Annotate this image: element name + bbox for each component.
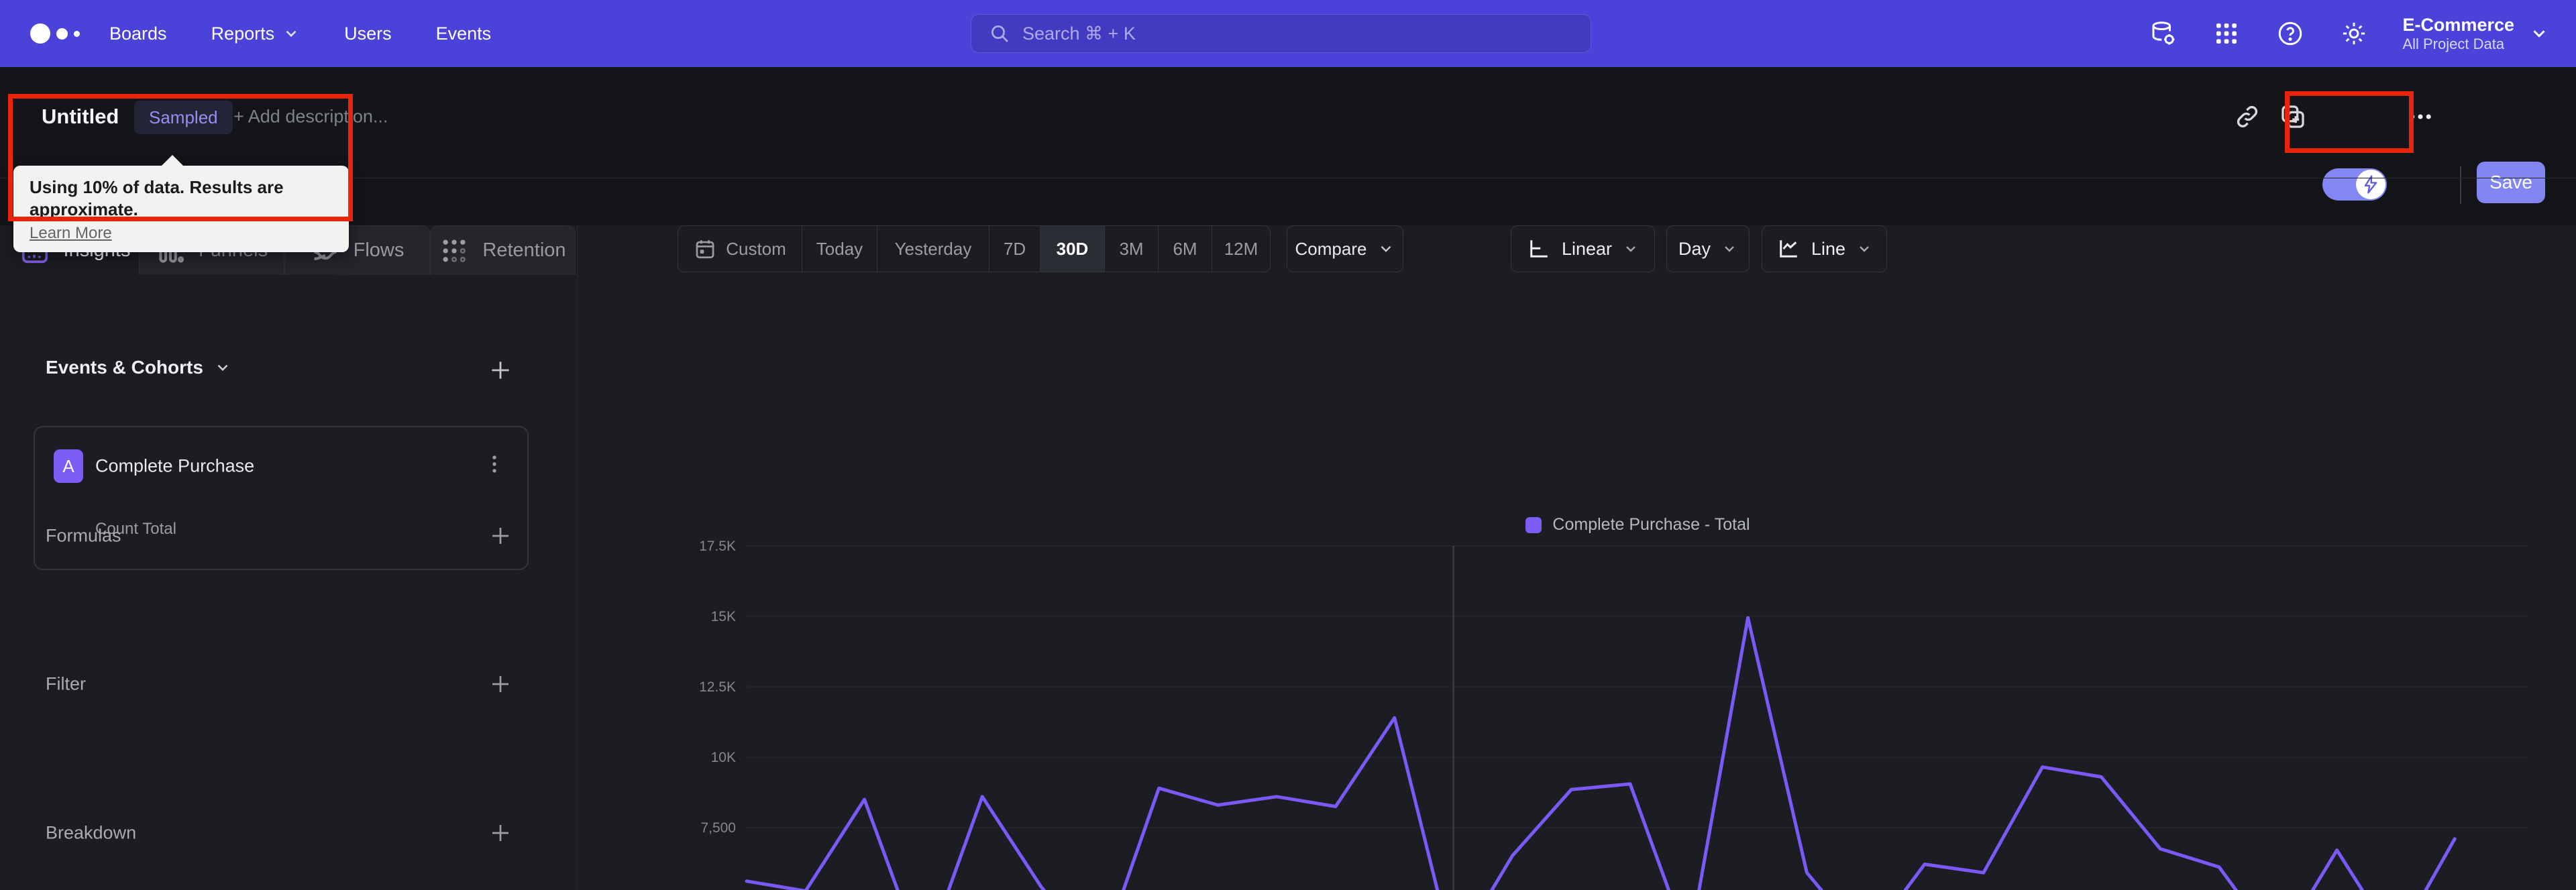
date-range-group: Custom Today Yesterday 7D 30D 3M 6M 12M [678,225,1271,272]
dropdown-linear[interactable]: Linear [1511,225,1655,272]
y-axis-label: 17.5K [699,539,736,554]
calendar-icon [696,240,714,259]
add-to-board-icon[interactable] [2274,103,2312,130]
data-management-icon[interactable] [2131,0,2194,67]
help-icon[interactable] [2258,0,2322,67]
add-event-button[interactable] [487,357,514,384]
report-header: Untitled Sampled + Add description... Sa… [0,67,2576,204]
content-panel: InsightsFunnelsFlowsRetention Events & C… [0,225,2576,890]
event-menu-icon[interactable] [483,453,506,479]
save-button[interactable]: Save [2477,162,2545,203]
learn-more-link[interactable]: Learn More [30,224,333,243]
section-formulas: Formulas [0,516,577,556]
chart-legend[interactable]: Complete Purchase - Total [747,515,2529,535]
line-chart[interactable]: 02,5005,0007,50010K12.5K15K17.5KMar 2Mar… [577,500,2576,890]
project-name: E-Commerce [2402,14,2514,35]
header-divider [2460,166,2461,204]
search-placeholder: Search ⌘ + K [1022,23,1136,44]
report-title[interactable]: Untitled [42,105,119,129]
compare-button[interactable]: Compare [1287,225,1403,272]
chevron-down-icon [1381,245,1391,252]
range-6m[interactable]: 6M [1159,226,1212,272]
range-custom[interactable]: Custom [678,226,802,272]
y-axis-label: 12.5K [699,679,736,695]
nav-link-users[interactable]: Users [344,23,392,44]
mixpanel-logo-icon[interactable] [30,23,91,44]
nav-link-boards[interactable]: Boards [109,23,167,44]
sampling-toggle[interactable] [2322,168,2387,201]
add-formulas-button[interactable] [487,522,514,549]
tooltip-text: Using 10% of data. Results are approxima… [30,177,284,219]
line-chart-icon [1780,240,1797,258]
chevron-down-icon [1860,246,1869,252]
sampling-tooltip: Using 10% of data. Results are approxima… [13,155,349,252]
event-name: Complete Purchase [95,455,255,476]
nav-links: Boards Reports Users Events [109,23,491,44]
nav-link-events[interactable]: Events [436,23,492,44]
legend-swatch [1525,516,1542,533]
chevron-down-icon [1626,246,1635,252]
mixpanel-insights-page: Boards Reports Users Events Search ⌘ + K [0,0,2576,890]
chart-line-series[interactable] [745,616,2457,890]
range-yesterday[interactable]: Yesterday [877,226,989,272]
project-switcher[interactable]: E-Commerce All Project Data [2402,15,2549,52]
chevron-down-icon [1725,246,1734,252]
search-input[interactable]: Search ⌘ + K [971,14,1591,53]
section-breakdown: Breakdown [0,813,577,853]
project-subtitle: All Project Data [2402,35,2505,52]
nav-right: E-Commerce All Project Data [2131,0,2576,67]
y-axis-label: 15K [711,609,736,624]
linear-scale-icon [1530,240,1548,258]
section-filter: Filter [0,664,577,704]
retention-icon [443,239,466,262]
range-12m[interactable]: 12M [1212,226,1270,272]
chevron-down-icon [2533,30,2545,38]
chevron-down-icon [217,364,228,372]
search-icon [991,25,1008,42]
chevron-down-icon [286,30,297,38]
more-options-icon[interactable] [2402,103,2439,131]
settings-gear-icon[interactable] [2322,0,2385,67]
copy-link-icon[interactable] [2229,103,2266,130]
range-3m[interactable]: 3M [1105,226,1159,272]
top-nav: Boards Reports Users Events Search ⌘ + K [0,0,2576,67]
add-breakdown-button[interactable] [487,820,514,846]
y-axis-label: 7,500 [700,820,736,836]
range-30d[interactable]: 30D [1040,226,1105,272]
legend-label: Complete Purchase - Total [1552,515,1750,534]
sampled-badge[interactable]: Sampled [134,101,233,134]
nav-link-reports[interactable]: Reports [211,23,301,44]
add-filter-button[interactable] [487,671,514,698]
event-letter-badge: A [54,449,83,483]
range-7d[interactable]: 7D [989,226,1040,272]
tab-retention[interactable]: Retention [430,225,576,275]
events-cohorts-header[interactable]: Events & Cohorts [46,357,231,378]
dropdown-line[interactable]: Line [1762,225,1887,272]
y-axis-label: 10K [711,750,736,765]
dropdown-day[interactable]: Day [1666,225,1750,272]
range-today[interactable]: Today [802,226,877,272]
apps-grid-icon[interactable] [2194,0,2258,67]
chart-area: Complete Purchase - Total 02,5005,0007,5… [577,500,2576,890]
add-description-button[interactable]: + Add description... [233,107,388,127]
